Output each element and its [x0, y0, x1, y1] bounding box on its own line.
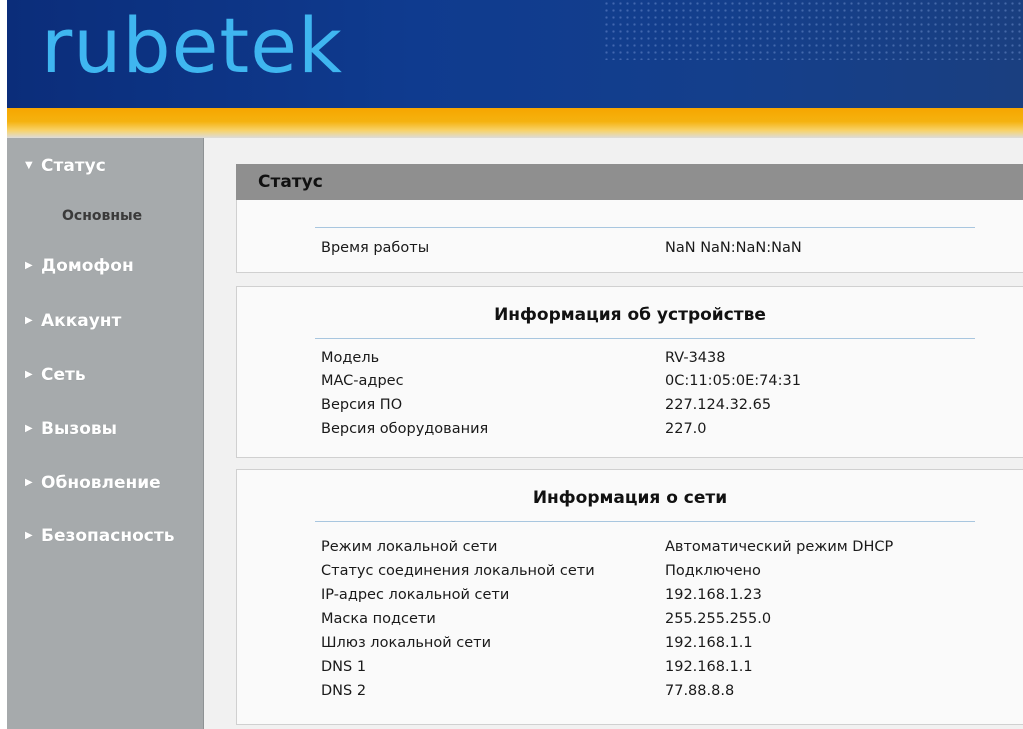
network-info-value: Подключено [665, 563, 761, 579]
device-info-label: MAC-адрес [321, 373, 404, 389]
network-info-value: 77.88.8.8 [665, 683, 735, 699]
sidebar-item-account[interactable]: ▶ Аккаунт [25, 311, 121, 331]
device-info-row: Версия оборудования 227.0 [237, 421, 1023, 443]
network-info-row: DNS 1 192.168.1.1 [237, 659, 1023, 681]
header-decoration [603, 0, 1023, 60]
chevron-right-icon: ▶ [25, 423, 33, 434]
sidebar-item-network[interactable]: ▶ Сеть [25, 365, 86, 385]
sidebar-item-label: Сеть [41, 365, 86, 385]
sidebar-item-label: Домофон [41, 256, 134, 276]
divider [315, 338, 975, 339]
network-info-title: Информация о сети [532, 488, 728, 508]
network-info-value: 255.255.255.0 [665, 611, 772, 627]
sidebar-item-update[interactable]: ▶ Обновление [25, 473, 161, 493]
header-accent-bar [7, 108, 1023, 138]
rubetek-logo: rubetek [41, 1, 343, 90]
main-content: Статус Время работы NaN NaN:NaN:NaN Инфо… [204, 138, 1023, 729]
page-title-bar: Статус [236, 164, 1023, 200]
network-info-value: 192.168.1.23 [665, 587, 762, 603]
uptime-value: NaN NaN:NaN:NaN [665, 240, 802, 256]
device-info-title: Информация об устройстве [494, 305, 766, 325]
sidebar-item-calls[interactable]: ▶ Вызовы [25, 419, 117, 439]
network-info-row: Маска подсети 255.255.255.0 [237, 611, 1023, 633]
device-info-panel: Информация об устройстве Модель RV-3438 … [236, 286, 1023, 458]
network-info-label: DNS 2 [321, 683, 367, 699]
device-info-label: Модель [321, 350, 380, 366]
page-title: Статус [258, 172, 323, 192]
network-info-row: Статус соединения локальной сети Подключ… [237, 563, 1023, 585]
sidebar-item-label: Статус [41, 156, 106, 176]
device-info-row: Версия ПО 227.124.32.65 [237, 397, 1023, 419]
device-info-row: Модель RV-3438 [237, 350, 1023, 372]
sidebar-item-intercom[interactable]: ▶ Домофон [25, 256, 134, 276]
device-info-value: 227.0 [665, 421, 707, 437]
sidebar-subitem-basic[interactable]: Основные [62, 208, 142, 224]
network-info-label: Маска подсети [321, 611, 436, 627]
device-info-label: Версия ПО [321, 397, 403, 413]
chevron-down-icon: ▼ [25, 160, 33, 171]
uptime-row: Время работы NaN NaN:NaN:NaN [237, 240, 1023, 262]
network-info-row: DNS 2 77.88.8.8 [237, 683, 1023, 705]
divider [315, 521, 975, 522]
sidebar-item-label: Обновление [41, 473, 161, 493]
network-info-label: Режим локальной сети [321, 539, 498, 555]
uptime-label: Время работы [321, 240, 430, 256]
sidebar-item-status[interactable]: ▼ Статус [25, 156, 106, 176]
device-info-value: RV-3438 [665, 350, 726, 366]
network-info-label: Статус соединения локальной сети [321, 563, 595, 579]
chevron-right-icon: ▶ [25, 477, 33, 488]
uptime-panel: Время работы NaN NaN:NaN:NaN [236, 200, 1023, 273]
sidebar: ▼ Статус Основные ▶ Домофон ▶ Аккаунт ▶ Сеть… [7, 138, 204, 729]
network-info-label: DNS 1 [321, 659, 367, 675]
header-banner: rubetek [7, 0, 1023, 108]
network-info-row: IP-адрес локальной сети 192.168.1.23 [237, 587, 1023, 609]
chevron-right-icon: ▶ [25, 369, 33, 380]
sidebar-item-label: Аккаунт [41, 311, 122, 331]
network-info-label: Шлюз локальной сети [321, 635, 492, 651]
network-info-row: Режим локальной сети Автоматический режи… [237, 539, 1023, 561]
divider [315, 227, 975, 228]
network-info-label: IP-адрес локальной сети [321, 587, 510, 603]
network-info-value: 192.168.1.1 [665, 659, 753, 675]
network-info-value: Автоматический режим DHCP [665, 539, 894, 555]
network-info-value: 192.168.1.1 [665, 635, 753, 651]
chevron-right-icon: ▶ [25, 315, 33, 326]
network-info-row: Шлюз локальной сети 192.168.1.1 [237, 635, 1023, 657]
network-info-panel: Информация о сети Режим локальной сети А… [236, 469, 1023, 725]
chevron-right-icon: ▶ [25, 260, 33, 271]
sidebar-item-security[interactable]: ▶ Безопасность [25, 526, 174, 546]
device-info-label: Версия оборудования [321, 421, 489, 437]
chevron-right-icon: ▶ [25, 530, 33, 541]
sidebar-item-label: Безопасность [41, 526, 175, 546]
device-info-value: 227.124.32.65 [665, 397, 772, 413]
device-info-value: 0C:11:05:0E:74:31 [665, 373, 801, 389]
device-info-row: MAC-адрес 0C:11:05:0E:74:31 [237, 373, 1023, 395]
sidebar-item-label: Вызовы [41, 419, 118, 439]
